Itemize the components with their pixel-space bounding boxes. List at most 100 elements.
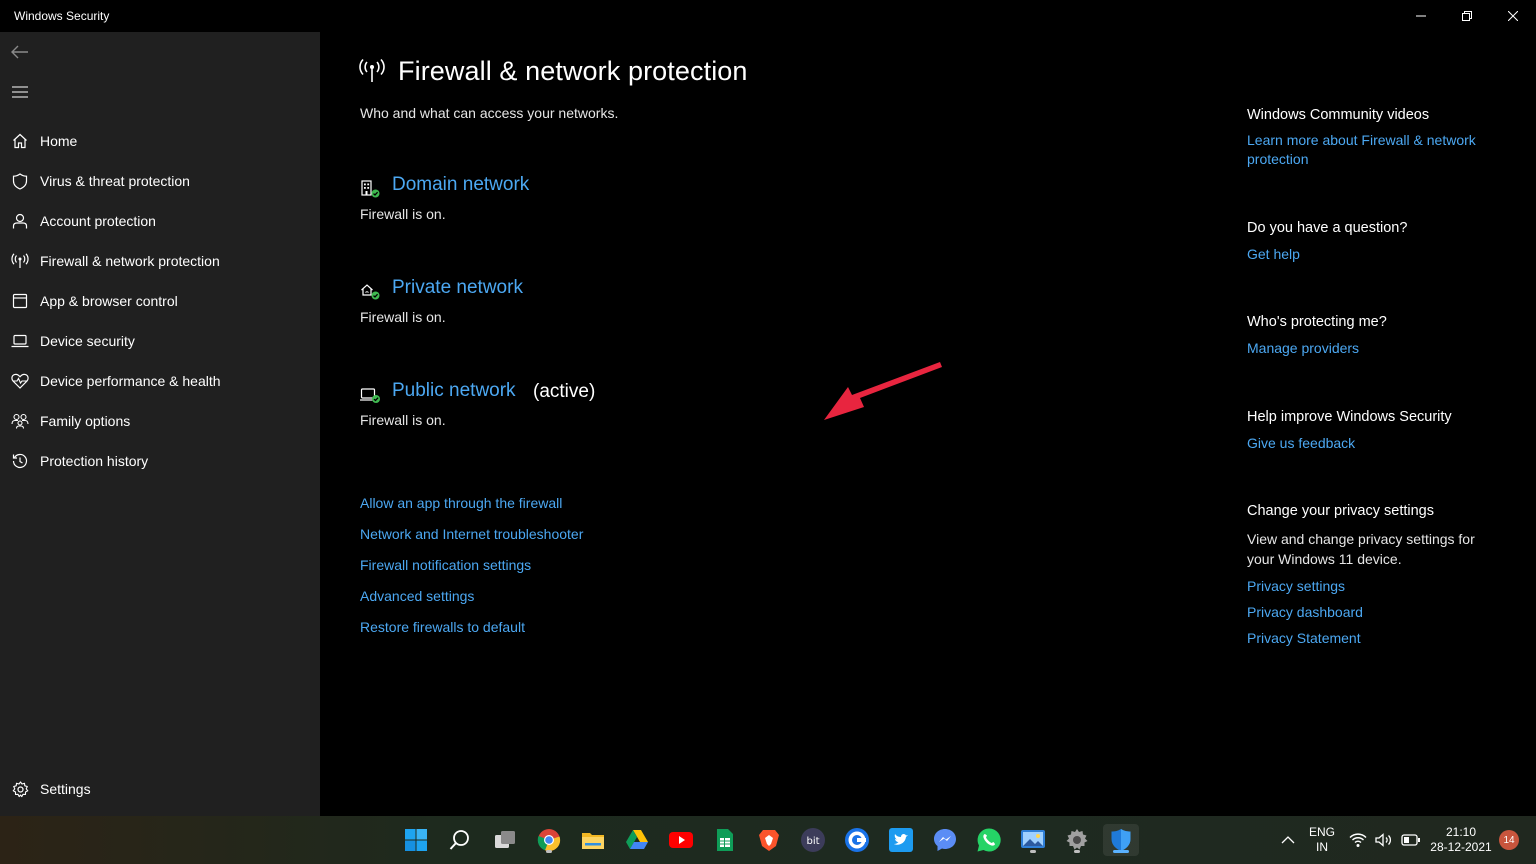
public-network-icon [360,384,382,406]
brave-icon [759,830,779,851]
twitter-button[interactable] [885,824,917,856]
person-icon [11,212,29,230]
sidebar-item-device-performance[interactable]: Device performance & health [0,361,320,401]
hamburger-icon [12,86,28,98]
brave-button[interactable] [753,824,785,856]
laptop-icon [11,332,29,350]
close-button[interactable] [1490,0,1536,32]
sidebar: Home Virus & threat protection Account p… [0,32,320,816]
privacy-section: Change your privacy settings View and ch… [1247,503,1487,648]
chrome-button[interactable] [533,824,565,856]
sidebar-item-firewall[interactable]: Firewall & network protection [0,241,320,281]
gear-icon [11,780,29,798]
language-indicator[interactable]: ENG IN [1306,825,1338,855]
bit-app-button[interactable]: bit [797,824,829,856]
file-explorer-button[interactable] [577,824,609,856]
notification-settings-link[interactable]: Firewall notification settings [360,557,531,573]
manage-providers-link[interactable]: Manage providers [1247,339,1387,358]
sidebar-item-label: Home [40,133,78,149]
task-view-button[interactable] [489,824,521,856]
sidebar-item-label: Virus & threat protection [40,173,190,189]
community-section: Windows Community videos Learn more abou… [1247,107,1497,169]
battery-icon [1401,834,1420,846]
clock[interactable]: 21:10 28-12-2021 [1428,825,1494,855]
windows-logo-icon [405,829,427,851]
back-button[interactable] [8,40,32,64]
search-button[interactable] [444,824,476,856]
sidebar-item-label: Protection history [40,453,149,469]
sidebar-item-virus-threat[interactable]: Virus & threat protection [0,161,320,201]
sidebar-item-protection-history[interactable]: Protection history [0,441,320,481]
title-bar: Windows Security [0,0,1536,32]
restore-defaults-link[interactable]: Restore firewalls to default [360,619,525,635]
privacy-description: View and change privacy settings for you… [1247,531,1475,567]
minimize-icon [1416,15,1426,17]
whatsapp-button[interactable] [973,824,1005,856]
feedback-link[interactable]: Give us feedback [1247,434,1452,453]
cortana-button[interactable] [841,824,873,856]
chrome-icon [537,829,561,852]
notification-badge[interactable]: 14 [1499,830,1519,850]
sidebar-item-family[interactable]: Family options [0,401,320,441]
private-network-link[interactable]: Private network [392,277,523,299]
app-window-icon [11,292,29,310]
advanced-settings-link[interactable]: Advanced settings [360,588,474,604]
sidebar-item-home[interactable]: Home [0,121,320,161]
domain-network-link[interactable]: Domain network [392,174,529,196]
troubleshooter-link[interactable]: Network and Internet troubleshooter [360,526,583,542]
restore-button[interactable] [1444,0,1490,32]
family-icon [11,412,29,430]
sidebar-item-label: Device security [40,333,135,349]
twitter-icon [889,828,913,852]
quick-settings-button[interactable] [1343,824,1427,856]
settings-app-button[interactable] [1061,824,1093,856]
question-heading: Do you have a question? [1247,220,1408,236]
sidebar-item-account[interactable]: Account protection [0,201,320,241]
learn-more-link[interactable]: Learn more about Firewall & network prot… [1247,131,1497,169]
page-subtitle: Who and what can access your networks. [360,105,619,121]
privacy-dashboard-link[interactable]: Privacy dashboard [1247,603,1487,622]
hamburger-menu-button[interactable] [8,80,32,104]
gear-icon [1066,829,1088,850]
privacy-heading: Change your privacy settings [1247,503,1434,519]
main-content: Firewall & network protection Who and wh… [320,32,1536,816]
sidebar-item-device-security[interactable]: Device security [0,321,320,361]
date-label: 28-12-2021 [1430,840,1492,854]
show-hidden-icons-button[interactable] [1272,824,1304,856]
photos-icon [1021,830,1045,848]
start-button[interactable] [400,824,432,856]
privacy-settings-link[interactable]: Privacy settings [1247,577,1487,596]
google-drive-button[interactable] [621,824,653,856]
sidebar-item-settings[interactable]: Settings [0,769,320,809]
bit-app-icon: bit [801,828,825,852]
youtube-icon [669,832,693,848]
red-arrow-annotation [824,362,942,420]
community-heading: Windows Community videos [1247,107,1430,123]
search-icon [449,830,469,850]
page-title: Firewall & network protection [398,56,748,86]
sidebar-item-label: Family options [40,413,131,429]
google-sheets-button[interactable] [709,824,741,856]
public-network-status: Firewall is on. [360,412,446,428]
private-network-icon [360,281,382,303]
messenger-icon [934,829,956,851]
sidebar-item-app-browser[interactable]: App & browser control [0,281,320,321]
windows-security-button[interactable] [1103,824,1139,856]
running-indicator [546,850,552,853]
public-network-link[interactable]: Public network [392,380,516,402]
active-network-label: (active) [533,381,596,402]
close-icon [1508,11,1518,21]
privacy-statement-link[interactable]: Privacy Statement [1247,629,1487,648]
get-help-link[interactable]: Get help [1247,245,1407,264]
photos-button[interactable] [1017,824,1049,856]
whatsapp-icon [977,828,1001,852]
messenger-button[interactable] [929,824,961,856]
allow-app-link[interactable]: Allow an app through the firewall [360,495,562,511]
window-title: Windows Security [14,9,110,23]
heart-pulse-icon [11,372,29,390]
minimize-button[interactable] [1398,0,1444,32]
windows-security-shield-icon [1111,829,1131,851]
improve-section: Help improve Windows Security Give us fe… [1247,409,1452,453]
home-icon [11,132,29,150]
youtube-button[interactable] [665,824,697,856]
